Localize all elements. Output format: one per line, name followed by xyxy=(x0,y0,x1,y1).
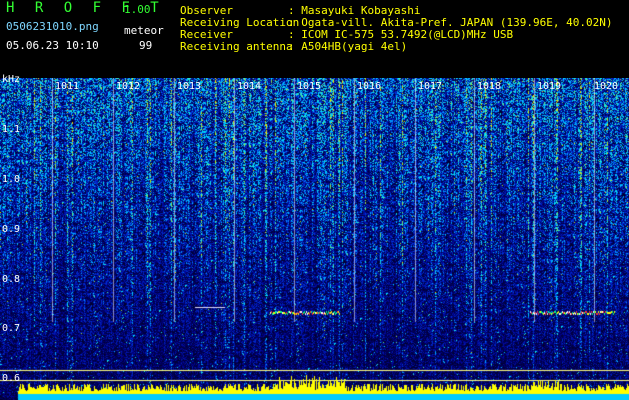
minute-label-1018: 1018 xyxy=(477,81,502,92)
field-label-antenna: Receiving antenna xyxy=(180,40,293,53)
app-version: 1.00 xyxy=(124,3,151,16)
minute-label-1014: 1014 xyxy=(237,81,262,92)
minute-label-1019: 1019 xyxy=(537,81,562,92)
file-name: 0506231010.png xyxy=(6,20,99,33)
axis-unit: kHz xyxy=(2,74,21,85)
y-tick-1-1: 1.1 xyxy=(2,124,21,135)
minute-label-1015: 1015 xyxy=(297,81,322,92)
minute-label-1013: 1013 xyxy=(177,81,202,92)
spectrogram-canvas xyxy=(0,78,629,400)
minute-label-1017: 1017 xyxy=(418,81,443,92)
field-value-antenna: : A504HB(yagi 4el) xyxy=(288,40,408,53)
y-tick-1-0: 1.0 xyxy=(2,174,21,185)
date-time: 05.06.23 10:10 xyxy=(6,39,99,52)
header-panel: H R O F F T 1.00 0506231010.png meteor 0… xyxy=(0,0,629,78)
minute-label-1011: 1011 xyxy=(55,81,80,92)
y-tick-0-8: 0.8 xyxy=(2,274,21,285)
meteor-count: 99 xyxy=(139,39,153,52)
y-tick-0-7: 0.7 xyxy=(2,323,21,334)
y-tick-0-6: 0.6 xyxy=(2,373,21,384)
minute-label-1012: 1012 xyxy=(116,81,141,92)
minute-label-1020: 1020 xyxy=(594,81,619,92)
mode-label: meteor xyxy=(124,24,164,37)
minute-label-1016: 1016 xyxy=(357,81,382,92)
y-tick-0-9: 0.9 xyxy=(2,224,21,235)
